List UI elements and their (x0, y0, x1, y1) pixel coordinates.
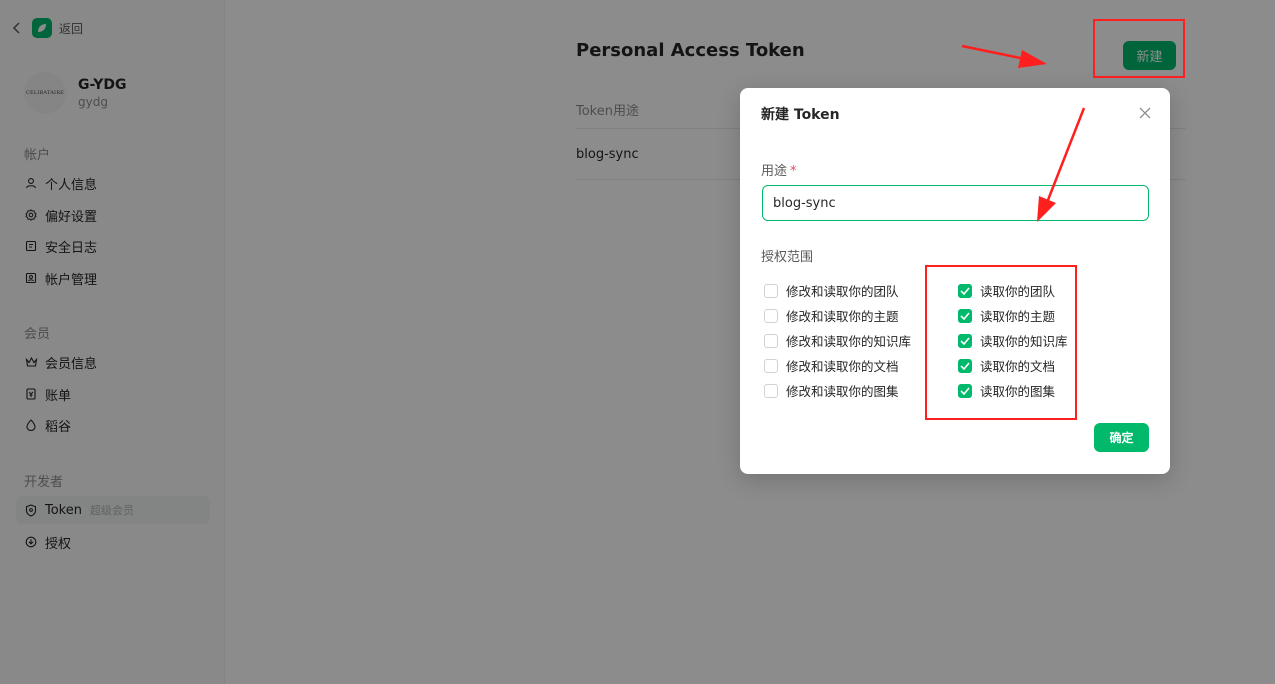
purpose-label-text: 用途 (761, 164, 788, 179)
checkbox-label: 修改和读取你的主题 (786, 309, 899, 324)
checkbox-label: 修改和读取你的知识库 (786, 334, 912, 349)
checkbox-label: 修改和读取你的图集 (786, 384, 899, 399)
checkbox[interactable] (764, 283, 778, 298)
scope-checkbox-write-doc[interactable]: 修改和读取你的文档 (764, 356, 899, 375)
dialog-title: 新建 Token (761, 107, 840, 123)
scope-checkbox-write-team[interactable]: 修改和读取你的团队 (764, 281, 899, 300)
annotation-box-read-scopes (925, 265, 1077, 420)
checkbox-label: 修改和读取你的文档 (786, 359, 899, 374)
close-icon[interactable] (1137, 105, 1153, 121)
required-mark: * (790, 164, 797, 179)
scope-checkbox-write-topic[interactable]: 修改和读取你的主题 (764, 306, 899, 325)
checkbox-label: 修改和读取你的团队 (786, 284, 899, 299)
purpose-input[interactable] (762, 185, 1149, 221)
annotation-box-new-button (1093, 19, 1185, 78)
purpose-label: 用途 * (761, 160, 797, 179)
confirm-button[interactable]: 确定 (1094, 423, 1149, 452)
scope-checkbox-write-gallery[interactable]: 修改和读取你的图集 (764, 381, 899, 400)
checkbox[interactable] (764, 358, 778, 373)
checkbox[interactable] (764, 333, 778, 348)
scope-checkbox-write-repo[interactable]: 修改和读取你的知识库 (764, 331, 911, 350)
checkbox[interactable] (764, 308, 778, 323)
scope-label: 授权范围 (761, 250, 814, 265)
checkbox[interactable] (764, 383, 778, 398)
